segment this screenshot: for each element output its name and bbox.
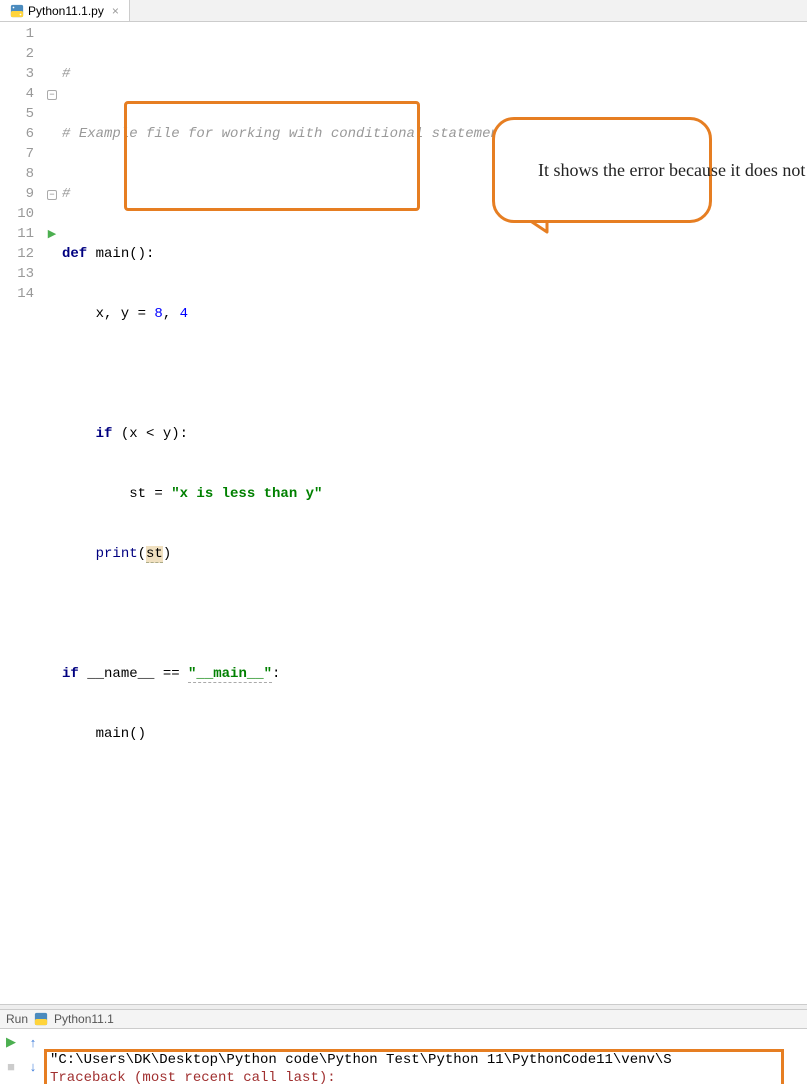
rerun-icon[interactable]: ▶	[2, 1033, 20, 1051]
code-keyword: if	[62, 666, 79, 682]
annotation-callout: It shows the error because it does not m…	[492, 117, 712, 223]
line-number: 2	[0, 44, 34, 64]
line-number: 3	[0, 64, 34, 84]
code-text: main()	[62, 726, 146, 742]
soft-wrap-icon[interactable]: ⤶	[24, 1081, 42, 1084]
callout-text: It shows the error because it does not m…	[538, 160, 807, 180]
line-number: 11	[0, 224, 34, 244]
code-number: 4	[180, 306, 188, 322]
console-output[interactable]: "C:\Users\DK\Desktop\Python code\Python …	[44, 1029, 807, 1084]
line-number: 6	[0, 124, 34, 144]
code-text: x, y =	[62, 306, 154, 322]
code-keyword: def	[62, 246, 87, 262]
line-number: 5	[0, 104, 34, 124]
code-number: 8	[154, 306, 162, 322]
python-icon	[34, 1012, 48, 1026]
line-number: 7	[0, 144, 34, 164]
tab-bar: Python11.1.py ×	[0, 0, 807, 22]
code-builtin: print	[96, 546, 138, 562]
run-config-name[interactable]: Python11.1	[54, 1012, 114, 1026]
stop-icon[interactable]: ■	[2, 1057, 20, 1075]
console-line: "C:\Users\DK\Desktop\Python code\Python …	[50, 1052, 672, 1068]
line-number: 4	[0, 84, 34, 104]
pause-icon[interactable]: ❚❚	[2, 1081, 20, 1084]
down-arrow-icon[interactable]: ↓	[24, 1057, 42, 1075]
run-gutter-icon[interactable]: ▶	[48, 229, 56, 241]
line-number: 14	[0, 284, 34, 304]
fold-toggle-icon[interactable]: −	[47, 190, 57, 200]
line-number: 12	[0, 244, 34, 264]
file-tab[interactable]: Python11.1.py ×	[0, 0, 130, 21]
run-panel-header: Run Python11.1	[0, 1010, 807, 1029]
code-comment: #	[62, 66, 70, 82]
run-panel: ▶ ■ ❚❚ 📷 ✖⃰ ✕ ↑ ↓ ⤶ ↧ 🖶 🗑 "C:\Users\DK\D…	[0, 1029, 807, 1084]
python-file-icon	[10, 4, 24, 18]
console-error-line: Traceback (most recent call last):	[50, 1070, 336, 1084]
line-number: 8	[0, 164, 34, 184]
code-ident: main():	[87, 246, 154, 262]
close-tab-icon[interactable]: ×	[112, 4, 119, 18]
code-text: st =	[62, 486, 171, 502]
code-comment: # Example file for working with conditio…	[62, 126, 507, 142]
up-arrow-icon[interactable]: ↑	[24, 1033, 42, 1051]
code-string: "__main__"	[188, 666, 272, 683]
code-string: "x is less than y"	[171, 486, 322, 502]
line-number: 10	[0, 204, 34, 224]
line-number: 9	[0, 184, 34, 204]
line-number: 1	[0, 24, 34, 44]
run-toolbar-right: ↑ ↓ ⤶ ↧ 🖶 🗑	[22, 1029, 44, 1084]
code-comment: #	[62, 186, 70, 202]
editor: 1 2 3 4 5 6 7 8 9 10 11 12 13 14 − − ▶ #…	[0, 22, 807, 1004]
line-number-gutter: 1 2 3 4 5 6 7 8 9 10 11 12 13 14	[0, 22, 42, 1004]
fold-toggle-icon[interactable]: −	[47, 90, 57, 100]
tab-filename: Python11.1.py	[28, 4, 104, 18]
code-keyword: if	[96, 426, 113, 442]
code-warning: st	[146, 546, 163, 563]
code-area[interactable]: # # Example file for working with condit…	[62, 22, 807, 1004]
run-label: Run	[6, 1012, 28, 1026]
fold-gutter: − − ▶	[42, 22, 62, 1004]
line-number: 13	[0, 264, 34, 284]
code-text: (x < y):	[112, 426, 188, 442]
run-toolbar-left: ▶ ■ ❚❚ 📷 ✖⃰ ✕	[0, 1029, 22, 1084]
